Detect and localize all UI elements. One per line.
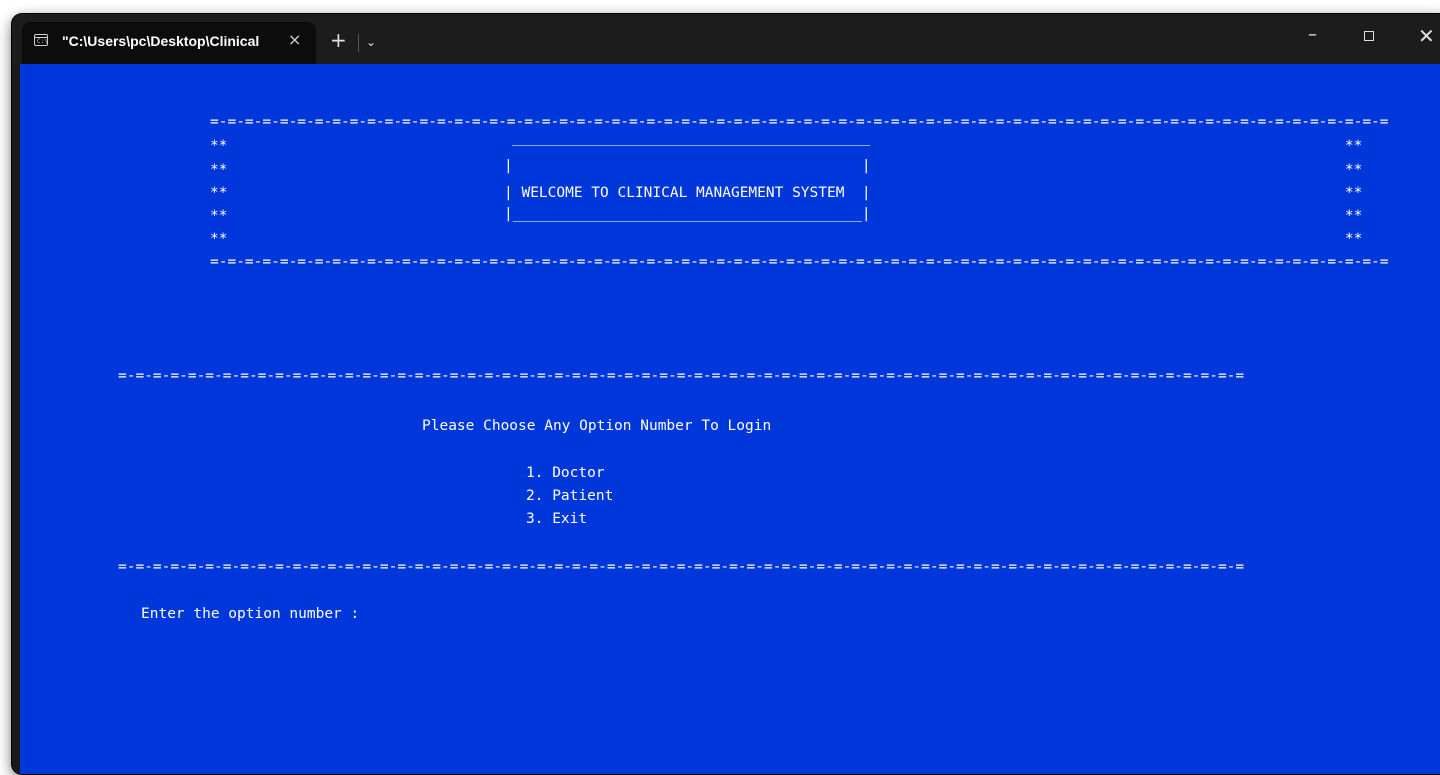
terminal-tab[interactable]: C:\ "C:\Users\pc\Desktop\Clinical ×: [22, 22, 316, 64]
menu-option-patient: 2. Patient: [526, 488, 614, 504]
minimize-button[interactable]: –: [1308, 24, 1317, 45]
menu-divider-top: =-=-=-=-=-=-=-=-=-=-=-=-=-=-=-=-=-=-=-=-…: [118, 368, 1245, 384]
banner-row-5: ** **: [210, 231, 1363, 247]
welcome-box-side: | |: [504, 158, 871, 174]
terminal-window: C:\ "C:\Users\pc\Desktop\Clinical × + ⌄ …: [12, 14, 1440, 774]
console-output[interactable]: =-=-=-=-=-=-=-=-=-=-=-=-=-=-=-=-=-=-=-=-…: [20, 64, 1440, 774]
menu-prompt: Please Choose Any Option Number To Login: [422, 418, 772, 434]
welcome-box-bottom: |_______________________________________…: [504, 206, 871, 222]
close-window-button[interactable]: ✕: [1418, 24, 1435, 48]
tab-title: "C:\Users\pc\Desktop\Clinical: [62, 33, 260, 49]
title-bar: C:\ "C:\Users\pc\Desktop\Clinical × + ⌄ …: [12, 14, 1440, 64]
welcome-box-top: ________________________________________…: [512, 130, 870, 146]
terminal-icon: C:\: [34, 34, 48, 46]
menu-option-exit: 3. Exit: [526, 511, 588, 527]
chevron-down-icon[interactable]: ⌄: [366, 32, 376, 52]
welcome-title: | WELCOME TO CLINICAL MANAGEMENT SYSTEM …: [504, 185, 871, 201]
terminal-icon-text: C:\: [37, 38, 48, 45]
new-tab-button[interactable]: +: [330, 30, 347, 50]
maximize-button[interactable]: [1364, 31, 1374, 41]
tab-separator: [358, 34, 359, 52]
close-tab-icon[interactable]: ×: [288, 30, 301, 50]
option-input-prompt: Enter the option number :: [141, 606, 360, 622]
menu-option-doctor: 1. Doctor: [526, 465, 605, 481]
banner-border-bottom: =-=-=-=-=-=-=-=-=-=-=-=-=-=-=-=-=-=-=-=-…: [210, 254, 1389, 270]
menu-divider-bottom: =-=-=-=-=-=-=-=-=-=-=-=-=-=-=-=-=-=-=-=-…: [118, 559, 1245, 575]
